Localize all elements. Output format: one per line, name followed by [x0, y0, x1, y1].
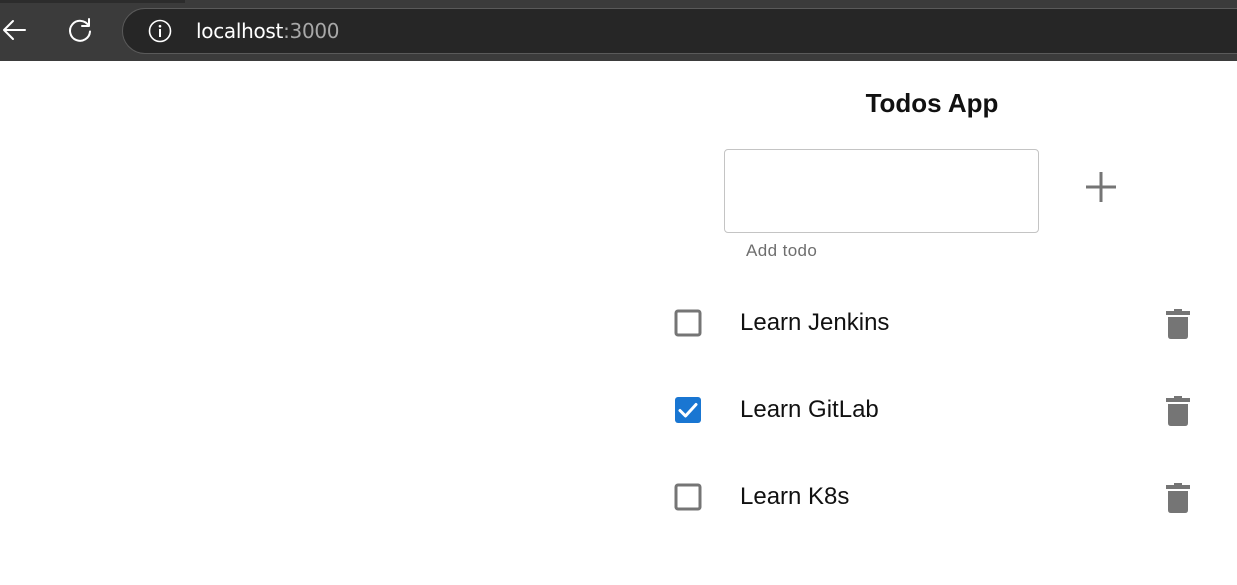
reload-button[interactable] [62, 12, 98, 48]
address-bar[interactable]: localhost:3000 [122, 8, 1237, 54]
todo-checkbox[interactable] [674, 483, 702, 511]
delete-todo-button[interactable] [1160, 307, 1196, 341]
back-arrow-icon [3, 20, 26, 40]
todo-item: Learn GitLab [660, 367, 1220, 454]
add-todo-input[interactable] [724, 149, 1039, 233]
todo-item: Learn Jenkins [660, 280, 1220, 367]
url-host: localhost [196, 19, 284, 43]
trash-icon [1166, 309, 1190, 339]
add-todo-helper-text: Add todo [746, 241, 818, 260]
url-text[interactable]: localhost:3000 [196, 19, 340, 43]
trash-icon [1166, 483, 1190, 513]
delete-todo-button[interactable] [1160, 481, 1196, 515]
page-title: Todos App [865, 88, 999, 118]
add-todo-button[interactable] [1079, 165, 1123, 209]
browser-toolbar: localhost:3000 [0, 0, 1237, 61]
todo-text: Learn GitLab [740, 396, 879, 423]
todo-checkbox[interactable] [674, 396, 702, 424]
unchecked-box-icon [674, 309, 702, 337]
url-port: :3000 [283, 19, 340, 43]
checked-box-icon [675, 397, 701, 423]
todo-list: Learn Jenkins Learn GitLab Learn K8s [660, 280, 1220, 541]
reload-icon [69, 18, 91, 42]
delete-todo-button[interactable] [1160, 394, 1196, 428]
todo-checkbox[interactable] [674, 309, 702, 337]
info-icon[interactable] [148, 19, 172, 43]
todo-text: Learn K8s [740, 483, 850, 510]
plus-icon [1086, 172, 1116, 202]
back-button[interactable] [0, 12, 32, 48]
todo-item: Learn K8s [660, 454, 1220, 541]
tab-strip-edge [0, 0, 185, 3]
todo-text: Learn Jenkins [740, 309, 890, 336]
trash-icon [1166, 396, 1190, 426]
unchecked-box-icon [674, 483, 702, 511]
